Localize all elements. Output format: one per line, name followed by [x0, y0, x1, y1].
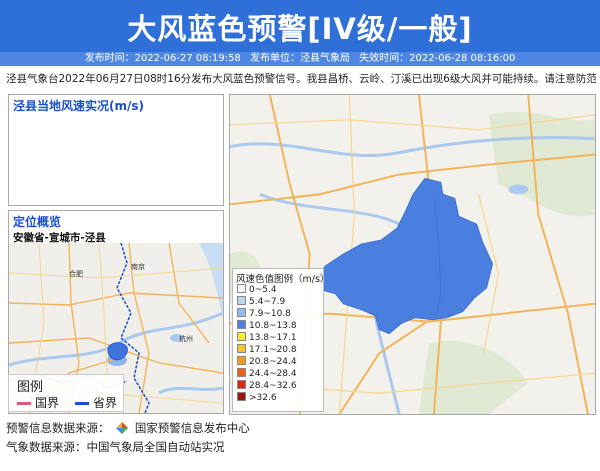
warning-center-logo-icon	[116, 422, 129, 434]
color-legend-label: 20.8~24.4	[249, 357, 297, 367]
color-swatch-icon	[237, 320, 246, 329]
color-legend-label: 17.1~20.8	[249, 345, 297, 355]
warning-source-label: 预警信息数据来源：	[6, 421, 110, 435]
province-border-line-icon	[75, 402, 89, 405]
color-legend-label: 10.8~13.8	[249, 321, 297, 331]
warning-title: 大风蓝色预警[IV级/一般]	[127, 12, 473, 46]
legend-label-province-border: 省界	[93, 396, 118, 410]
color-swatch-icon	[237, 308, 246, 317]
color-legend-label: 0~5.4	[249, 285, 277, 295]
warning-source-line: 预警信息数据来源： 国家预警信息发布中心	[6, 420, 250, 436]
map-label-hefei: 合肥	[69, 270, 83, 278]
color-legend-title: 风速色值图例（m/s）	[236, 274, 330, 285]
color-legend-row: 17.1~20.8	[237, 344, 297, 355]
wind-speed-panel: 泾县当地风速实况(m/s)	[8, 94, 224, 206]
publisher: 发布单位：泾县气象局	[250, 53, 350, 64]
color-legend-row: 13.8~17.1	[237, 332, 297, 343]
warning-notice-text: 泾县气象台2022年06月27日08时16分发布大风蓝色预警信号。我县昌桥、云岭…	[6, 73, 596, 85]
location-overview-title: 定位概览	[13, 215, 62, 229]
wind-speed-color-legend: 风速色值图例（m/s） 0~5.4 5.4~7.9 7.9~10.8 10.8~…	[232, 268, 329, 412]
color-legend-label: 13.8~17.1	[249, 333, 297, 343]
color-swatch-icon	[237, 356, 246, 365]
warning-meta-bar: 发布时间：2022-06-27 08:19:58 发布单位：泾县气象局 失效时间…	[0, 52, 600, 66]
color-legend-label: 24.4~28.4	[249, 369, 297, 379]
map-label-hangzhou: 杭州	[179, 335, 193, 343]
color-swatch-icon	[237, 296, 246, 305]
color-legend-row: 24.4~28.4	[237, 368, 297, 379]
weather-source-line: 气象数据来源：中国气象局全国自动站实况	[6, 440, 225, 454]
national-border-line-icon	[17, 402, 31, 405]
boundary-legend: 图例 国界 省界	[8, 374, 124, 412]
color-legend-row: 20.8~24.4	[237, 356, 297, 367]
boundary-legend-title: 图例	[17, 380, 44, 395]
warning-source-value: 国家预警信息发布中心	[134, 421, 250, 435]
legend-item-province-border: 省界	[75, 394, 117, 411]
color-legend-row: >32.6	[237, 392, 277, 403]
expire-time: 失效时间：2022-06-28 08:16:00	[359, 53, 516, 64]
color-swatch-icon	[237, 392, 246, 401]
color-legend-row: 10.8~13.8	[237, 320, 297, 331]
color-swatch-icon	[237, 380, 246, 389]
legend-item-national-border: 国界	[17, 394, 59, 411]
color-legend-row: 5.4~7.9	[237, 296, 285, 307]
color-swatch-icon	[237, 284, 246, 293]
color-legend-label: 5.4~7.9	[249, 297, 286, 307]
warning-header: 大风蓝色预警[IV级/一般] 发布时间：2022-06-27 08:19:58 …	[0, 0, 600, 66]
color-swatch-icon	[237, 332, 246, 341]
wind-speed-panel-title: 泾县当地风速实况(m/s)	[13, 99, 144, 113]
color-legend-label: 7.9~10.8	[249, 309, 291, 319]
map-label-nanjing: 南京	[131, 263, 145, 271]
publish-time: 发布时间：2022-06-27 08:19:58	[84, 53, 241, 64]
color-legend-row: 0~5.4	[237, 284, 277, 295]
color-legend-row: 7.9~10.8	[237, 308, 291, 319]
color-legend-label: >32.6	[249, 393, 277, 403]
legend-label-national-border: 国界	[35, 396, 60, 410]
color-legend-label: 28.4~32.6	[249, 381, 297, 391]
color-swatch-icon	[237, 368, 246, 377]
color-swatch-icon	[237, 344, 246, 353]
color-legend-row: 28.4~32.6	[237, 380, 297, 391]
